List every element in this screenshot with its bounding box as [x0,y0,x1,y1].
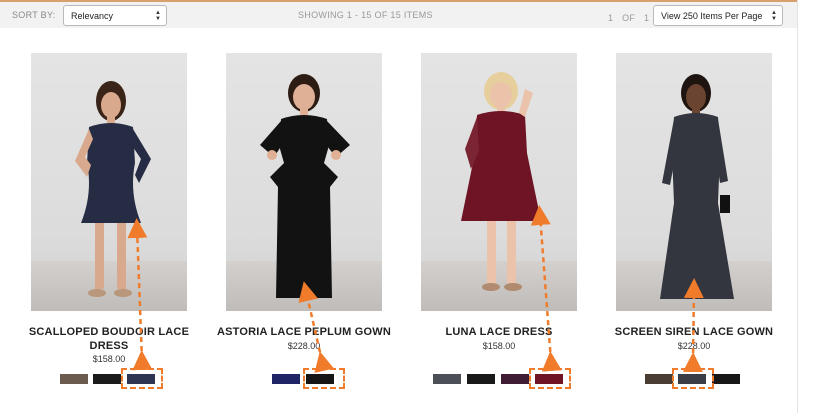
annotation-arrow [682,278,704,373]
annotation-arrow [298,281,334,373]
annotation-arrows [127,205,704,373]
annotation-arrow [530,205,562,372]
annotation-arrow [127,218,153,371]
